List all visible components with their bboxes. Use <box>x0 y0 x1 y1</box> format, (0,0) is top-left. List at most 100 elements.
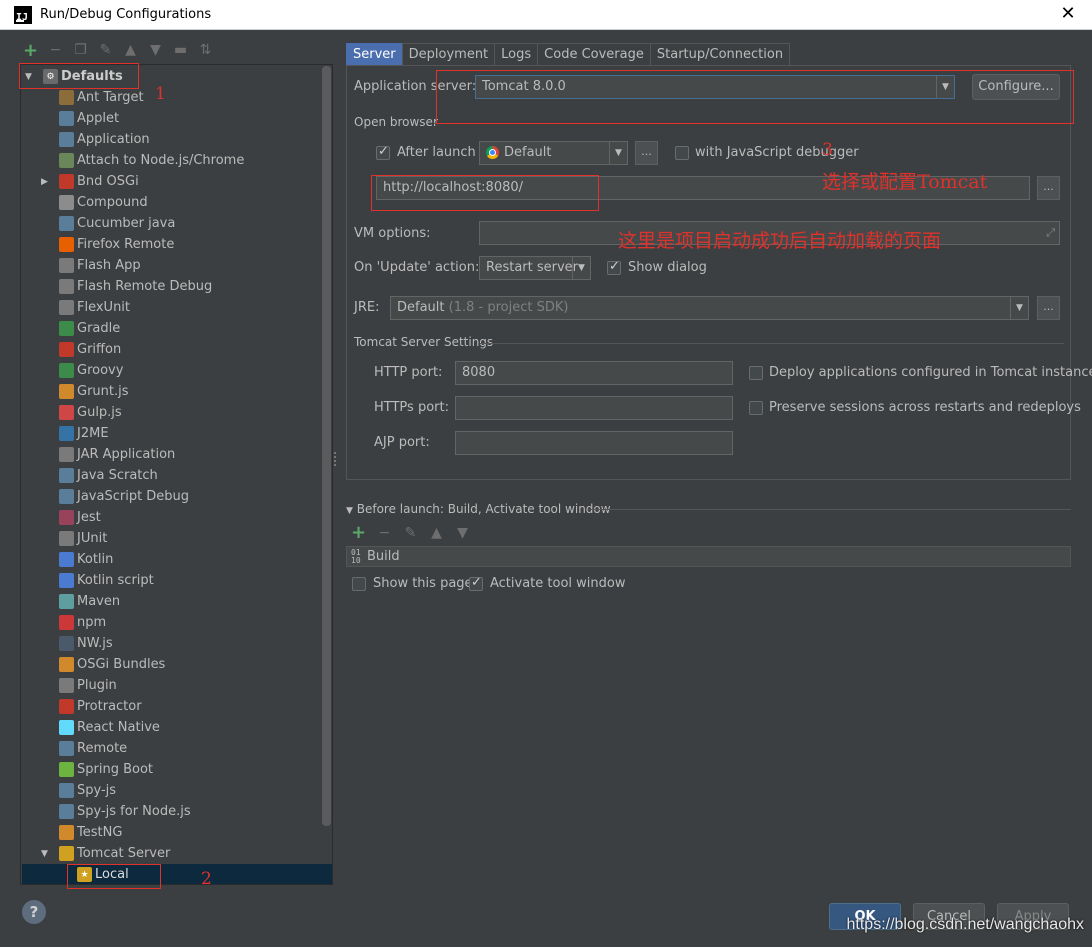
tree-item[interactable]: Gradle <box>59 318 120 339</box>
tree-item[interactable]: Flash Remote Debug <box>59 276 212 297</box>
tree-item[interactable]: JUnit <box>59 528 107 549</box>
tree-item-label: Firefox Remote <box>77 237 175 252</box>
show-page-checkbox[interactable] <box>352 577 366 591</box>
move-down-icon[interactable]: ▼ <box>454 524 471 541</box>
kotlin-icon <box>59 552 74 567</box>
js-debug-icon <box>59 489 74 504</box>
tab-logs[interactable]: Logs <box>494 43 539 65</box>
tree-item[interactable]: ▶ Bnd OSGi <box>41 171 139 192</box>
url-browse-button[interactable]: ... <box>1037 176 1060 200</box>
remove-task-icon[interactable]: − <box>376 524 393 541</box>
tree-item[interactable]: Remote <box>59 738 127 759</box>
edit-task-icon[interactable]: ✎ <box>402 524 419 541</box>
add-task-icon[interactable]: + <box>350 522 367 543</box>
tree-item-label: Application <box>77 132 150 147</box>
vm-options-label: VM options: <box>354 226 431 241</box>
deploy-label: Deploy applications configured in Tomcat… <box>769 365 1092 380</box>
before-launch-list[interactable]: 01 10 Build <box>346 546 1071 567</box>
before-launch-header[interactable]: ▼ Before launch: Build, Activate tool wi… <box>346 502 611 516</box>
chevron-down-icon[interactable]: ▼ <box>572 257 590 279</box>
ant-icon <box>59 90 74 105</box>
tree-item[interactable]: NW.js <box>59 633 113 654</box>
help-icon[interactable]: ? <box>22 900 46 924</box>
expand-icon[interactable]: ⤢ <box>1046 222 1055 244</box>
tree-item[interactable]: Ant Target <box>59 87 144 108</box>
sort-icon[interactable]: ⇅ <box>197 42 214 59</box>
tree-item[interactable]: Grunt.js <box>59 381 129 402</box>
nwjs-icon <box>59 636 74 651</box>
tree-item[interactable]: Jest <box>59 507 101 528</box>
tree-item[interactable]: React Native <box>59 717 160 738</box>
preserve-sessions-checkbox[interactable] <box>749 401 763 415</box>
browser-select[interactable]: Default ▼ <box>479 141 628 165</box>
tree-scrollbar[interactable] <box>322 66 331 826</box>
after-launch-checkbox[interactable] <box>376 144 390 160</box>
on-update-select[interactable]: Restart server ▼ <box>479 256 591 280</box>
add-icon[interactable]: + <box>22 40 39 61</box>
tree-item[interactable]: JAR Application <box>59 444 175 465</box>
show-dialog-checkbox[interactable] <box>607 259 621 275</box>
tree-item[interactable]: npm <box>59 612 106 633</box>
tree-item[interactable]: Kotlin <box>59 549 113 570</box>
chevron-down-icon[interactable]: ▼ <box>1010 297 1028 319</box>
collapse-arrow-icon[interactable]: ▶ <box>41 177 53 187</box>
ajp-port-field[interactable] <box>455 431 733 455</box>
tree-item[interactable]: Firefox Remote <box>59 234 174 255</box>
edit-defaults-icon[interactable]: ✎ <box>97 42 114 59</box>
move-up-icon[interactable]: ▲ <box>428 524 445 541</box>
tree-item[interactable]: Compound <box>59 192 148 213</box>
move-down-icon[interactable]: ▼ <box>147 42 164 59</box>
tree-item[interactable]: Griffon <box>59 339 121 360</box>
copy-icon[interactable]: ❐ <box>72 42 89 59</box>
tree-item[interactable]: Applet <box>59 108 119 129</box>
npm-icon <box>59 615 74 630</box>
configuration-tree[interactable]: ▼ ⚙ Defaults Ant Target Applet Application… <box>20 64 333 885</box>
tree-item[interactable]: J2ME <box>59 423 109 444</box>
tree-item[interactable]: OSGi Bundles <box>59 654 165 675</box>
http-port-field[interactable]: 8080 <box>455 361 733 385</box>
activate-tool-window-checkbox[interactable] <box>469 575 483 591</box>
tree-item[interactable]: Spy-js for Node.js <box>59 801 191 822</box>
tree-item[interactable]: Gulp.js <box>59 402 122 423</box>
tab-deployment[interactable]: Deployment <box>401 43 496 65</box>
move-up-icon[interactable]: ▲ <box>122 42 139 59</box>
annotation-tomcat-note: 选择或配置Tomcat <box>822 171 988 193</box>
collapse-arrow-icon[interactable]: ▼ <box>346 506 353 516</box>
jre-select[interactable]: Default (1.8 - project SDK) ▼ <box>390 296 1029 320</box>
folder-icon[interactable]: ▬ <box>172 42 189 59</box>
tree-item-label: Ant Target <box>77 90 144 105</box>
tree-item[interactable]: Flash App <box>59 255 141 276</box>
tree-item[interactable]: Spring Boot <box>59 759 153 780</box>
tab-server[interactable]: Server <box>346 43 403 65</box>
on-update-label: On 'Update' action: <box>354 260 480 275</box>
tab-code-coverage[interactable]: Code Coverage <box>537 43 651 65</box>
tree-item[interactable]: Kotlin script <box>59 570 154 591</box>
remove-icon[interactable]: − <box>47 42 64 59</box>
tree-item[interactable]: Cucumber java <box>59 213 175 234</box>
annotation-box-defaults <box>19 63 139 89</box>
splitter-handle[interactable] <box>334 452 338 466</box>
tree-item[interactable]: Maven <box>59 591 120 612</box>
tree-item[interactable]: Spy-js <box>59 780 116 801</box>
tree-item[interactable]: TestNG <box>59 822 122 843</box>
chevron-down-icon[interactable]: ▼ <box>609 142 627 164</box>
tree-item[interactable]: Groovy <box>59 360 123 381</box>
tree-item[interactable]: Protractor <box>59 696 142 717</box>
tree-item[interactable]: Attach to Node.js/Chrome <box>59 150 244 171</box>
tree-item[interactable]: ▼ Tomcat Server <box>41 843 170 864</box>
jre-browse-button[interactable]: ... <box>1037 296 1060 320</box>
browser-settings-button[interactable]: ... <box>635 141 658 165</box>
tab-startup-connection[interactable]: Startup/Connection <box>649 43 791 65</box>
tree-item[interactable]: Plugin <box>59 675 117 696</box>
tree-item[interactable]: Java Scratch <box>59 465 158 486</box>
https-port-field[interactable] <box>455 396 733 420</box>
tree-item[interactable]: Application <box>59 129 150 150</box>
watermark: https://blog.csdn.net/wangchaohx <box>846 916 1085 933</box>
tree-item[interactable]: JavaScript Debug <box>59 486 189 507</box>
close-icon[interactable]: ✕ <box>1058 4 1078 24</box>
js-debugger-checkbox[interactable] <box>675 146 689 160</box>
expand-arrow-icon[interactable]: ▼ <box>41 849 53 859</box>
deploy-checkbox[interactable] <box>749 366 763 380</box>
chrome-icon <box>486 146 499 159</box>
tree-item[interactable]: FlexUnit <box>59 297 130 318</box>
